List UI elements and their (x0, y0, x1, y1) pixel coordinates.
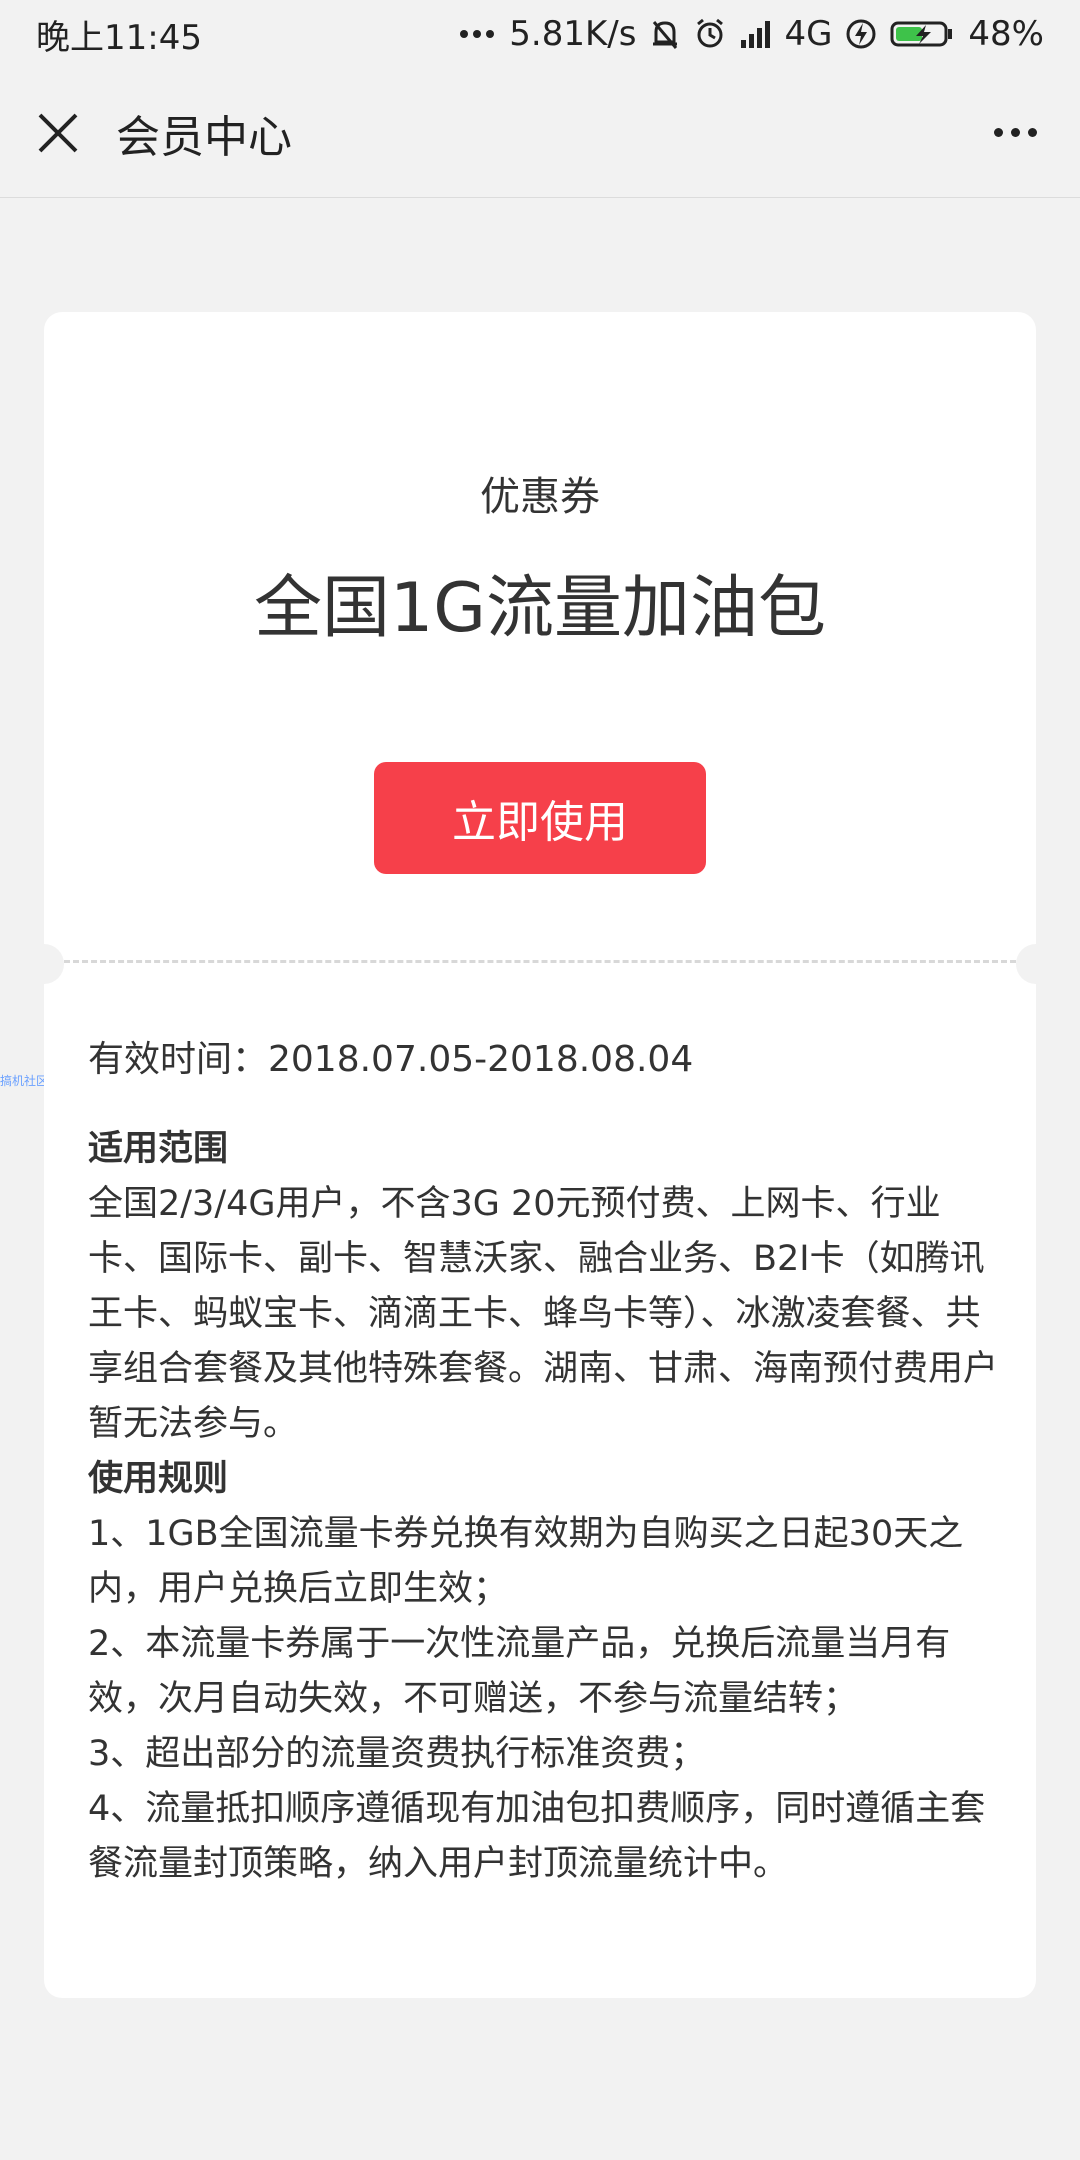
coupon-card: 优惠券 全国1G流量加油包 立即使用 有效时间：2018.07.05-2018.… (44, 312, 1036, 1998)
more-icon (993, 128, 1003, 137)
rules-section: 适用范围 全国2/3/4G用户，不含3G 20元预付费、上网卡、行业卡、国际卡、… (88, 1122, 1008, 1892)
signal-icon (741, 21, 771, 48)
card-notch-left (24, 944, 64, 984)
side-watermark: 搞机社区 (0, 1074, 49, 1088)
network-speed: 5.81K/s (509, 14, 637, 54)
alarm-icon (697, 18, 724, 48)
mute-bell-icon (653, 21, 678, 49)
valid-time: 有效时间：2018.07.05-2018.08.04 (88, 1039, 694, 1080)
close-icon (38, 113, 78, 152)
use-now-button[interactable]: 立即使用 (374, 762, 706, 874)
more-button[interactable] (980, 105, 1050, 161)
rule-item: 2、本流量卡券属于一次性流量产品，兑换后流量当月有效，次月自动失效，不可赠送，不… (88, 1624, 951, 1719)
nav-bar: 会员中心 (0, 68, 1080, 198)
rule-item: 3、超出部分的流量资费执行标准资费； (88, 1734, 706, 1774)
rule-item: 1、1GB全国流量卡券兑换有效期为自购买之日起30天之内，用户兑换后立即生效； (88, 1514, 964, 1609)
battery-percent: 48% (968, 14, 1044, 54)
page-title: 会员中心 (116, 111, 292, 163)
rules-heading: 使用规则 (88, 1459, 229, 1499)
status-icons: 5.81K/s 4G 48% (459, 14, 1044, 54)
status-time: 晚上11:45 (36, 17, 202, 58)
close-button[interactable] (30, 105, 86, 161)
coupon-label: 优惠券 (480, 474, 600, 520)
charging-icon (846, 19, 876, 49)
rule-item: 4、流量抵扣顺序遵循现有加油包扣费顺序，同时遵循主套餐流量封顶策略，纳入用户封顶… (88, 1789, 986, 1884)
more-dots-icon (460, 30, 495, 38)
dashed-divider (64, 960, 1016, 963)
scope-heading: 适用范围 (88, 1129, 229, 1169)
scope-text: 全国2/3/4G用户，不含3G 20元预付费、上网卡、行业卡、国际卡、副卡、智慧… (88, 1184, 999, 1444)
network-type: 4G (784, 14, 833, 54)
card-notch-right (1016, 944, 1056, 984)
battery-icon (890, 21, 953, 47)
coupon-title: 全国1G流量加油包 (254, 569, 826, 648)
status-bar: 晚上11:45 5.81K/s 4G 48% (0, 0, 1080, 68)
